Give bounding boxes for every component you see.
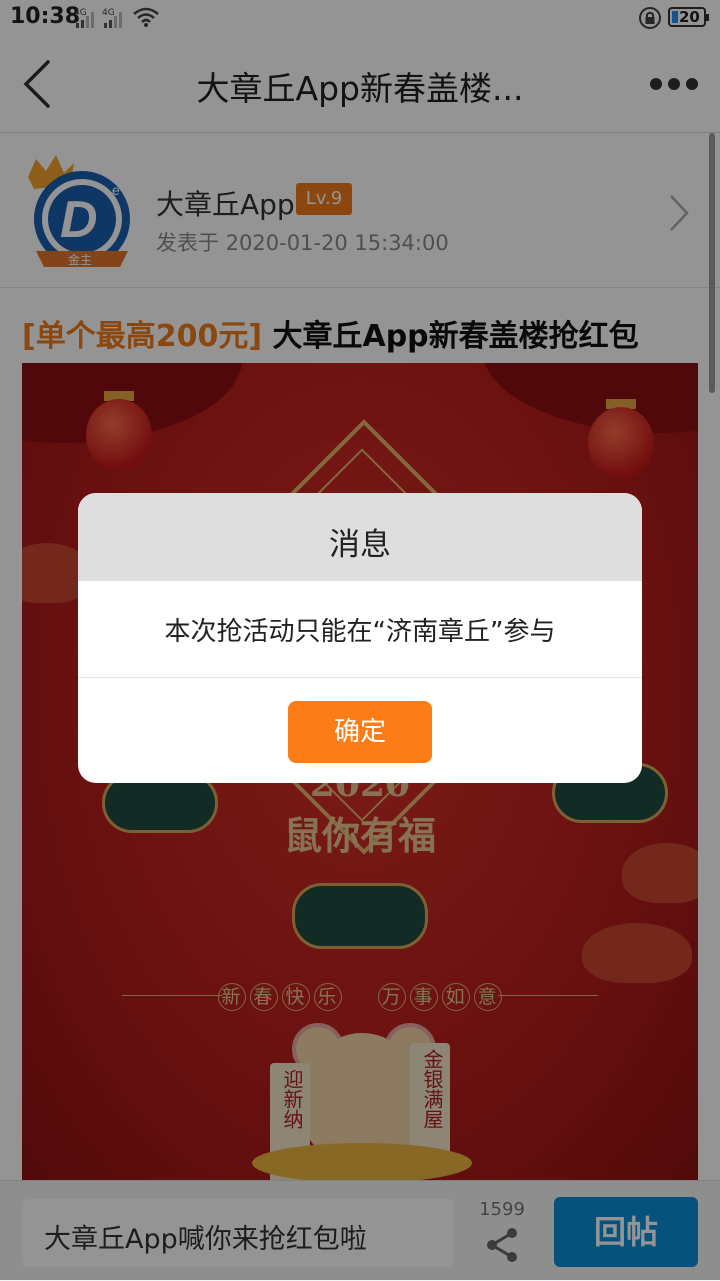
dialog-title: 消息 bbox=[329, 527, 391, 563]
message-dialog: 消息 本次抢活动只能在“济南章丘”参与 确定 bbox=[78, 493, 642, 783]
dialog-divider bbox=[78, 677, 642, 678]
dialog-message: 本次抢活动只能在“济南章丘”参与 bbox=[164, 617, 556, 647]
dialog-header: 消息 bbox=[78, 493, 642, 581]
confirm-button[interactable]: 确定 bbox=[288, 701, 432, 763]
